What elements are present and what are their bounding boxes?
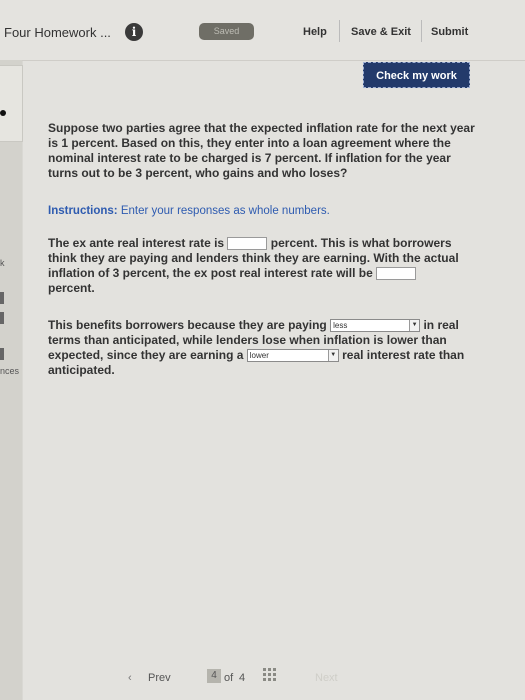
chevron-down-icon[interactable]: ▼	[409, 320, 420, 332]
answer-paragraph-1: The ex ante real interest rate is percen…	[48, 236, 478, 296]
next-button[interactable]: Next	[315, 672, 338, 684]
instructions: Instructions: Enter your responses as wh…	[48, 204, 478, 219]
page-of-label: of	[224, 672, 234, 684]
help-link[interactable]: Help	[303, 26, 327, 38]
earning-dropdown[interactable]: lower ▼	[246, 349, 339, 363]
paying-dropdown[interactable]: less ▼	[330, 319, 421, 333]
ex-ante-rate-input[interactable]	[227, 237, 268, 251]
current-page-number[interactable]: 4	[207, 669, 221, 683]
active-question-marker	[0, 110, 6, 116]
prev-button[interactable]: Prev	[148, 672, 171, 684]
instructions-text: Enter your responses as whole numbers.	[117, 205, 330, 217]
info-icon[interactable]: i	[125, 23, 143, 41]
total-pages: 4	[239, 672, 246, 684]
sidebar-text-fragment[interactable]: nces	[0, 366, 19, 376]
ex-post-rate-input[interactable]	[376, 267, 417, 281]
submit-link[interactable]: Submit	[431, 26, 468, 38]
instructions-label: Instructions:	[48, 205, 118, 217]
question-text: Suppose two parties agree that the expec…	[48, 121, 475, 180]
left-panel-strip	[0, 60, 22, 700]
saved-status-badge: Saved	[199, 23, 254, 40]
sidebar-text-fragment[interactable]: k	[0, 258, 5, 268]
dropdown-value: less	[333, 321, 348, 331]
sidebar-marker	[0, 292, 4, 304]
left-panel-card[interactable]	[0, 65, 23, 142]
check-my-work-button[interactable]: Check my work	[363, 62, 470, 88]
sidebar-marker	[0, 348, 4, 360]
paragraph-text: The ex ante real interest rate is	[48, 236, 225, 250]
divider	[339, 20, 340, 42]
paragraph-text: This benefits borrowers because they are…	[48, 318, 327, 332]
divider	[421, 20, 422, 42]
dropdown-value: lower	[249, 351, 269, 361]
chevron-down-icon[interactable]: ▼	[327, 350, 338, 362]
save-exit-link[interactable]: Save & Exit	[351, 26, 411, 38]
answer-paragraph-2: This benefits borrowers because they are…	[48, 318, 478, 378]
chevron-left-icon[interactable]: ‹	[128, 672, 132, 684]
sidebar-marker	[0, 312, 4, 324]
top-bar: Four Homework ... i Saved Help Save & Ex…	[0, 0, 525, 61]
paragraph-text: percent.	[48, 281, 95, 295]
grid-icon[interactable]	[263, 668, 277, 684]
assignment-title[interactable]: Four Homework ...	[4, 25, 111, 40]
